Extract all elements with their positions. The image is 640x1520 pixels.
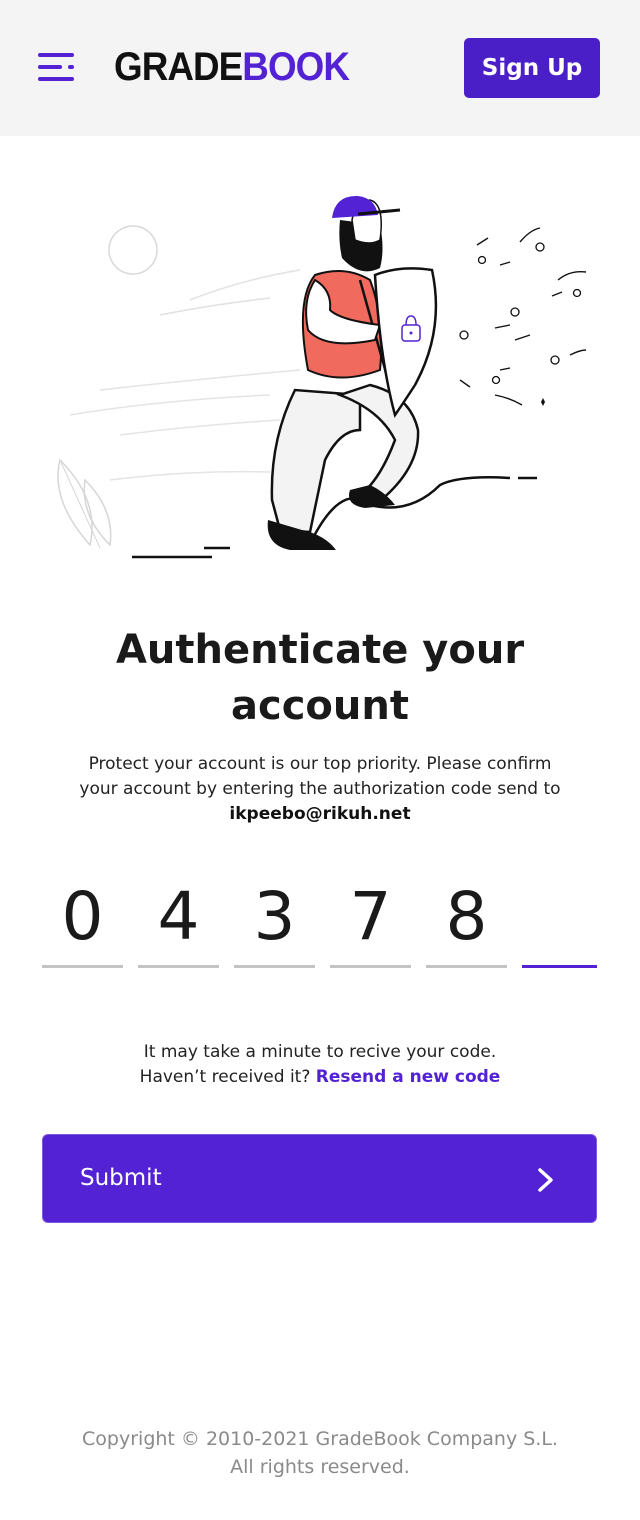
- hint-question: Haven’t received it?: [139, 1067, 311, 1087]
- signup-button[interactable]: Sign Up: [464, 38, 600, 98]
- code-digit-1[interactable]: 0: [42, 878, 123, 968]
- page-title: Authenticate your account: [115, 627, 525, 729]
- submit-button[interactable]: Submit: [42, 1134, 597, 1223]
- code-digit-5[interactable]: 8: [426, 878, 507, 968]
- hint-line-1: It may take a minute to recive your code…: [143, 1042, 497, 1062]
- submit-label: Submit: [80, 1165, 162, 1191]
- hint-line-2: Haven’t received it? Resend a new code: [70, 1065, 570, 1090]
- logo-text-grade: GRADE: [114, 45, 243, 89]
- copyright-text: Copyright © 2010-2021 GradeBook Company …: [82, 1428, 558, 1478]
- code-digit-4[interactable]: 7: [330, 878, 411, 968]
- description-text: Protect your account is our top priority…: [70, 752, 570, 827]
- security-shield-illustration: [40, 180, 600, 580]
- code-digit-2[interactable]: 4: [138, 878, 219, 968]
- menu-icon[interactable]: [38, 50, 76, 84]
- resend-hint: It may take a minute to recive your code…: [70, 1040, 570, 1090]
- resend-code-link[interactable]: Resend a new code: [316, 1067, 501, 1087]
- top-bar: GRADEBOOK Sign Up: [0, 0, 640, 136]
- chevron-right-icon: [538, 1168, 553, 1192]
- code-digit-3[interactable]: 3: [234, 878, 315, 968]
- code-digit-6[interactable]: [522, 878, 597, 968]
- email-address: ikpeebo@rikuh.net: [229, 804, 411, 824]
- verification-code-input: 0 4 3 7 8: [42, 878, 598, 968]
- description-body: Protect your account is our top priority…: [79, 754, 561, 799]
- gradebook-logo[interactable]: GRADEBOOK: [114, 44, 350, 90]
- logo-text-book: BOOK: [242, 45, 350, 89]
